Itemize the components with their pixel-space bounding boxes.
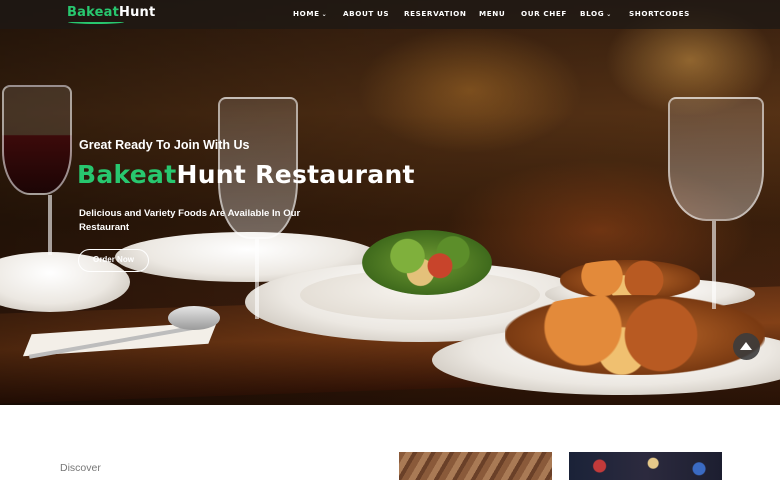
- logo-text-hunt: Hunt: [118, 5, 156, 20]
- nav-item-home[interactable]: HOME ⌄: [293, 9, 327, 18]
- food-right-front: [505, 295, 765, 375]
- chevron-down-icon: ⌄: [321, 11, 328, 18]
- hero-tagline: Great Ready To Join With Us: [79, 138, 250, 152]
- nav-item-label: BLOG: [580, 9, 605, 18]
- logo-text-bakeat: Bakeat: [67, 5, 119, 20]
- discover-image-wood: [399, 452, 552, 480]
- water-glass-center-stem: [255, 239, 259, 319]
- wine-glass-left-stem: [48, 195, 52, 255]
- wine-glass-left: [2, 85, 72, 195]
- nav-item-label: SHORTCODES: [629, 9, 690, 18]
- nav-item-menu[interactable]: MENU: [479, 9, 505, 18]
- hero-title-rest: Hunt Restaurant: [176, 160, 415, 189]
- hero-title-brand: Bakeat: [77, 160, 177, 189]
- chevron-down-icon: ⌄: [606, 11, 612, 18]
- nav-item-our-chef[interactable]: OUR CHEF: [521, 9, 567, 18]
- food-right-back: [560, 260, 700, 300]
- navbar: BakeatHunt HOME ⌄ ABOUT US RESERVATION ME…: [0, 0, 780, 29]
- nav-item-shortcodes[interactable]: SHORTCODES: [629, 9, 690, 18]
- section-discover-label: Discover: [60, 462, 101, 474]
- hero-banner: Great Ready To Join With Us BakeatHunt R…: [0, 0, 780, 405]
- spoon: [168, 306, 220, 330]
- hero-title: BakeatHunt Restaurant: [77, 160, 415, 189]
- water-glass-right: [668, 97, 764, 221]
- nav-item-label: HOME: [293, 9, 320, 18]
- water-glass-right-stem: [712, 221, 716, 309]
- nav-item-label: MENU: [479, 9, 506, 18]
- nav-item-blog[interactable]: BLOG ⌄: [580, 9, 612, 18]
- order-now-button[interactable]: Order Now: [78, 249, 149, 272]
- logo-swoosh-icon: [68, 20, 124, 24]
- scroll-to-top-button[interactable]: [733, 333, 760, 360]
- nav-item-label: OUR CHEF: [521, 9, 567, 18]
- salad-dish: [362, 230, 492, 295]
- hero-description: Delicious and Variety Foods Are Availabl…: [79, 208, 301, 233]
- site-logo[interactable]: BakeatHunt: [67, 5, 155, 20]
- nav-item-label: ABOUT US: [343, 9, 390, 18]
- nav-item-reservation[interactable]: RESERVATION: [404, 9, 466, 18]
- nav-item-label: RESERVATION: [404, 9, 467, 18]
- nav-item-about-us[interactable]: ABOUT US: [343, 9, 389, 18]
- discover-image-people: [569, 452, 722, 480]
